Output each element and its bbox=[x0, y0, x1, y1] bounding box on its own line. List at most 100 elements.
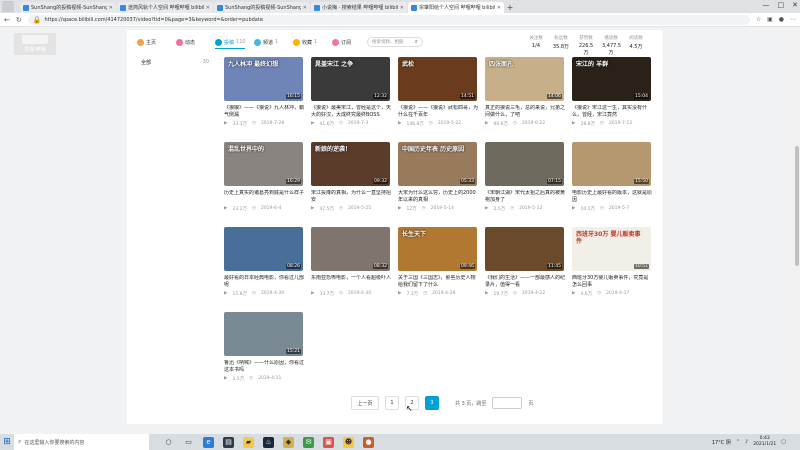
minimize-icon[interactable]: — bbox=[763, 1, 770, 9]
store-icon[interactable]: ▤ bbox=[223, 436, 234, 448]
video-thumbnail[interactable]: 宋江的 羊群 15:04 bbox=[572, 57, 651, 101]
video-title[interactable]: 《狼说》宋江这一生，其实没有什么，曾经，宋江竟然 bbox=[572, 105, 652, 118]
video-title[interactable]: 《宋朝江湖》宋代太祖之后真的被黄袍加身了 bbox=[485, 190, 565, 203]
scroll-thumb[interactable] bbox=[795, 146, 799, 266]
video-thumbnail[interactable]: 中国历史年表 历史原因 05:33 bbox=[398, 142, 477, 186]
close-tab-icon[interactable]: ✕ bbox=[303, 5, 307, 11]
video-card[interactable]: 宋江的 羊群 15:04 《狼说》宋江这一生，其实没有什么，曾经，宋江竟然 ▶ 28.8… bbox=[572, 57, 652, 134]
profile-icon[interactable]: ● bbox=[779, 16, 784, 23]
video-thumbnail[interactable]: 08:26 bbox=[224, 227, 303, 271]
video-title[interactable]: 最好看的日本经典电影，你看过几部呢 bbox=[224, 275, 304, 288]
browser-tab[interactable]: 宗肇阳给个人空间 哔哩哔哩 bilibili ✕ bbox=[408, 2, 504, 13]
notification-icon[interactable]: ▢ bbox=[781, 439, 786, 445]
stat-item[interactable]: 粉丝数 35.8万 bbox=[552, 35, 570, 56]
video-title[interactable]: 历史上真实的诸葛亮到底是什么样子 bbox=[224, 190, 304, 203]
video-title[interactable]: 《狼说》最美宋江，曾经是这个，天大的好汉，大成终究最终BOSS bbox=[311, 105, 391, 118]
wechat-icon[interactable]: ✉ bbox=[303, 436, 314, 448]
video-thumbnail[interactable]: 长生天下 09:46 bbox=[398, 227, 477, 271]
video-title[interactable]: 《狼娘》——《狼说》九人林冲，霸气侧漏 bbox=[224, 105, 304, 118]
windows-start-icon[interactable]: ⊞ bbox=[0, 434, 14, 450]
video-card[interactable]: 晁盖宋江 之争 12:32 《狼说》最美宋江，曾经是这个，天大的好汉，大成终究最终B… bbox=[311, 57, 391, 134]
video-title[interactable]: 西班牙30万婴儿贩卖事件，究竟是怎么回事 bbox=[572, 275, 652, 288]
video-title[interactable]: 关于三国《三国志》，那些历史人物给我们留下了什么 bbox=[398, 275, 478, 288]
video-card[interactable]: 11:45 《我们的生活》——一部最感人的纪录片，值得一看 ▶ 19.7万 ◷ 2019-… bbox=[485, 227, 565, 304]
video-thumbnail[interactable]: 15:21 bbox=[224, 312, 303, 356]
video-card[interactable]: 15:50 电影历史上最好看的版本，这就是原因 ▶ 10.1万 ◷ 2019-5-7 bbox=[572, 142, 652, 219]
video-thumbnail[interactable]: 15:50 bbox=[572, 142, 651, 186]
nav-tab[interactable]: 主页 bbox=[137, 35, 176, 49]
stat-item[interactable]: 播放数 3,477.5万 bbox=[602, 35, 621, 56]
volume-icon[interactable]: ♪ bbox=[745, 439, 748, 445]
nav-tab[interactable]: 动态 bbox=[176, 35, 215, 49]
browser-menu-icon[interactable] bbox=[2, 1, 14, 12]
app-icon[interactable]: ▣ bbox=[323, 436, 334, 448]
video-title[interactable]: 鲁迅《呐喊》——什么原因，你看过这本书吗 bbox=[224, 360, 304, 373]
task-view-icon[interactable]: ○ bbox=[163, 437, 174, 448]
video-card[interactable]: 混乱世界中的 16:29 历史上真实的诸葛亮到底是什么样子 ▶ 23.2万 ◷ 2019-6… bbox=[224, 142, 304, 219]
browser-tab[interactable]: 途简风轨个人空间 哔哩哔哩 bilibili ✕ bbox=[117, 2, 213, 13]
video-card[interactable]: 15:21 鲁迅《呐喊》——什么原因，你看过这本书吗 ▶ 3.5万 ◷ 2019-4-11 bbox=[224, 312, 304, 389]
video-thumbnail[interactable]: 武松 14:51 bbox=[398, 57, 477, 101]
refresh-icon[interactable]: ↻ bbox=[16, 16, 22, 24]
steam-icon[interactable]: ♨ bbox=[263, 436, 274, 448]
video-card[interactable]: 长生天下 09:46 关于三国《三国志》，那些历史人物给我们留下了什么 ▶ 7.3万 ◷ 2… bbox=[398, 227, 478, 304]
video-thumbnail[interactable]: 混乱世界中的 16:29 bbox=[224, 142, 303, 186]
video-thumbnail[interactable]: 晁盖宋江 之争 12:32 bbox=[311, 57, 390, 101]
nav-tab[interactable]: 收藏 1 bbox=[293, 35, 332, 49]
stat-item[interactable]: 获赞数 226.5万 bbox=[577, 35, 595, 56]
video-card[interactable]: 四张面孔 14:06 真正的狼说三毛，总的来说，兄弟之间做什么，了吧 ▶ 90.6万 ◷ 2… bbox=[485, 57, 565, 134]
video-card[interactable]: 西班牙30万 婴儿贩卖事件 10:51 西班牙30万婴儿贩卖事件，究竟是怎么回事 ▶ 4… bbox=[572, 227, 652, 304]
video-thumbnail[interactable]: 西班牙30万 婴儿贩卖事件 10:51 bbox=[572, 227, 651, 271]
video-card[interactable]: 08:32 东南亚恐怖电影，一个人看超级吓人 ▶ 33.7万 ◷ 2019-4-30 bbox=[311, 227, 391, 304]
page-scrollbar[interactable] bbox=[794, 28, 800, 434]
video-card[interactable]: 新娘的逆袭！ 09:32 宋江投降的真相，为什么一直坚持招安 ▶ 47.5万 ◷ 2019-… bbox=[311, 142, 391, 219]
video-title[interactable]: 宋江投降的真相，为什么一直坚持招安 bbox=[311, 190, 391, 203]
close-tab-icon[interactable]: ✕ bbox=[497, 5, 501, 11]
video-card[interactable]: 07:15 《宋朝江湖》宋代太祖之后真的被黄袍加身了 ▶ 2.5万 ◷ 2019-5-12 bbox=[485, 142, 565, 219]
edge-icon[interactable]: e bbox=[203, 436, 214, 448]
video-thumbnail[interactable]: 11:45 bbox=[485, 227, 564, 271]
video-title[interactable]: 《狼说》——《狼说》武松四哥，为什么在千百年 bbox=[398, 105, 478, 118]
collections-icon[interactable]: ▣ bbox=[767, 16, 773, 23]
explorer-icon[interactable]: ▰ bbox=[243, 436, 254, 448]
maximize-icon[interactable]: □ bbox=[778, 1, 785, 9]
video-thumbnail[interactable]: 07:15 bbox=[485, 142, 564, 186]
clock[interactable]: 0:43 2021/1/21 bbox=[753, 436, 776, 448]
more-icon[interactable]: ⋯ bbox=[790, 16, 796, 23]
close-window-icon[interactable]: ✕ bbox=[792, 1, 798, 9]
new-tab-button[interactable]: + bbox=[505, 3, 515, 13]
close-tab-icon[interactable]: ✕ bbox=[109, 5, 113, 11]
page-number-button[interactable]: 1 bbox=[385, 396, 399, 410]
back-icon[interactable]: ← bbox=[4, 16, 10, 24]
stat-item[interactable]: 阅读数 4.5万 bbox=[627, 35, 645, 56]
nav-tab[interactable]: 投稿 110 bbox=[215, 35, 254, 49]
url-field[interactable]: 🔒 https://space.bilibili.com/414720037/v… bbox=[27, 14, 750, 25]
sidebar-item-all[interactable]: 全部 30 bbox=[141, 59, 209, 66]
video-card[interactable]: 08:26 最好看的日本经典电影，你看过几部呢 ▶ 15.8万 ◷ 2019-4-30 bbox=[224, 227, 304, 304]
browser-tab[interactable]: 小说梅 · 搜索结果 哔哩哔哩 bilibili ✕ bbox=[311, 2, 407, 13]
page-jump-input[interactable] bbox=[492, 397, 523, 409]
browser-tab[interactable]: SunShang的投稿视频-SunShang视频...✕ bbox=[20, 2, 116, 13]
qq-icon[interactable]: ☻ bbox=[343, 436, 354, 448]
video-search-input[interactable]: 搜索视频、相册 ⌕ bbox=[367, 37, 423, 47]
nav-tab[interactable]: 订阅 bbox=[332, 35, 371, 49]
favorites-icon[interactable]: ☆ bbox=[756, 16, 761, 23]
video-thumbnail[interactable]: 新娘的逆袭！ 09:32 bbox=[311, 142, 390, 186]
close-tab-icon[interactable]: ✕ bbox=[400, 5, 404, 11]
video-title[interactable]: 东南亚恐怖电影，一个人看超级吓人 bbox=[311, 275, 391, 288]
video-title[interactable]: 《我们的生活》——一部最感人的纪录片，值得一看 bbox=[485, 275, 565, 288]
video-thumbnail[interactable]: 08:32 bbox=[311, 227, 390, 271]
video-title[interactable]: 真正的狼说三毛，总的来说，兄弟之间做什么，了吧 bbox=[485, 105, 565, 118]
network-icon[interactable]: ⌃ bbox=[736, 439, 740, 445]
video-card[interactable]: 九人林冲 最终幻想 16:15 《狼娘》——《狼说》九人林冲，霸气侧漏 ▶ 33.3万 ◷… bbox=[224, 57, 304, 134]
search-icon[interactable]: ⌕ bbox=[415, 38, 418, 46]
page-number-button[interactable]: 3 bbox=[425, 396, 439, 410]
stat-item[interactable]: 关注数 1/4 bbox=[527, 35, 545, 56]
taskbar-search[interactable]: ⌕ 在这里输入你要搜索的内容 bbox=[14, 434, 149, 450]
recorder-icon[interactable]: ● bbox=[363, 436, 374, 448]
video-thumbnail[interactable]: 九人林冲 最终幻想 16:15 bbox=[224, 57, 303, 101]
video-card[interactable]: 中国历史年表 历史原因 05:33 大宋为什么这么穷，历史上的2000年以来的真相 ▶… bbox=[398, 142, 478, 219]
prev-page-button[interactable]: 上一页 bbox=[351, 396, 379, 410]
cortana-icon[interactable]: ▭ bbox=[183, 437, 194, 448]
game-icon[interactable]: ◆ bbox=[283, 436, 294, 448]
